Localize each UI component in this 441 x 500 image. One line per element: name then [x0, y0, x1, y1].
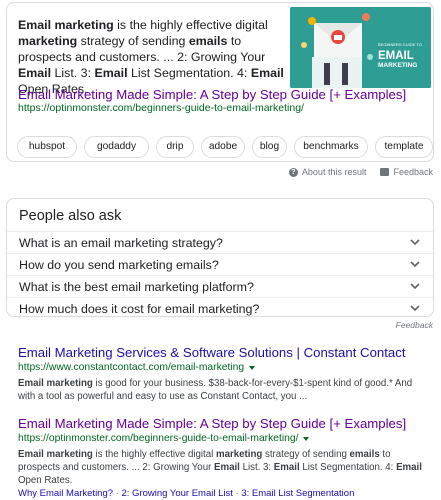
caret-down-icon[interactable]	[303, 436, 310, 441]
paa-feedback-link[interactable]: Feedback	[396, 320, 433, 330]
chip-benchmarks[interactable]: benchmarks	[294, 136, 368, 158]
text-segment: is the highly effective digital	[92, 449, 216, 460]
paa-question[interactable]: What is an email marketing strategy?	[7, 231, 433, 253]
paa-question-text: What is the best email marketing platfor…	[19, 280, 254, 294]
result-title-link[interactable]: Email Marketing Services & Software Solu…	[18, 345, 428, 361]
text-segment: List Segmentation. 4:	[299, 462, 397, 473]
chip-blog[interactable]: blog	[252, 136, 287, 158]
result-url-text: https://optinmonster.com/beginners-guide…	[18, 433, 299, 444]
bold-term: marketing	[18, 34, 78, 48]
related-chips: hubspot godaddy drip adobe blog benchmar…	[17, 136, 433, 158]
chip-drip[interactable]: drip	[156, 136, 194, 158]
bold-term: marketing	[215, 449, 263, 460]
chevron-down-icon	[410, 239, 420, 246]
about-this-result-link[interactable]: About this result	[302, 167, 367, 177]
featured-snippet-url: https://optinmonster.com/beginners-guide…	[18, 102, 304, 114]
result-sitelinks: Why Email Marketing? · 2: Growing Your E…	[18, 487, 428, 500]
result-title-link[interactable]: Email Marketing Made Simple: A Step by S…	[18, 416, 428, 432]
chip-template[interactable]: template	[375, 136, 433, 158]
bold-term: Email marketing	[18, 18, 114, 32]
paa-question-text: How do you send marketing emails?	[19, 258, 219, 272]
bold-term: Email marketing	[18, 449, 93, 460]
result-url-text: https://www.constantcontact.com/email-ma…	[18, 362, 245, 373]
paa-heading: People also ask	[19, 208, 122, 224]
bold-term: Email marketing	[18, 378, 93, 389]
chip-godaddy[interactable]: godaddy	[84, 136, 149, 158]
bold-term: emails	[349, 449, 380, 460]
chevron-down-icon	[410, 305, 420, 312]
paa-question-text: What is an email marketing strategy?	[19, 236, 223, 250]
image-sub-text: MARKETING	[378, 62, 417, 69]
question-circle-icon: ?	[288, 167, 298, 177]
bold-term: emails	[188, 34, 228, 48]
bold-term: Email	[250, 66, 284, 80]
bold-term: Email	[94, 66, 128, 80]
bold-term: Email	[396, 462, 422, 473]
paa-question[interactable]: How much does it cost for email marketin…	[7, 297, 433, 316]
featured-snippet-image[interactable]: BEGINNERS GUIDE TO EMAIL MARKETING	[290, 7, 431, 88]
paa-question-text: How much does it cost for email marketin…	[19, 302, 260, 316]
feedback-link[interactable]: Feedback	[393, 167, 433, 177]
bold-term: Email	[273, 462, 300, 473]
chip-adobe[interactable]: adobe	[201, 136, 245, 158]
featured-snippet-card: Email marketing is the highly effective …	[6, 2, 434, 162]
text-segment: Open Rates.	[18, 475, 73, 486]
about-result-row: ? About this result Feedback	[288, 167, 433, 177]
email-marketing-illustration: BEGINNERS GUIDE TO EMAIL MARKETING	[290, 7, 431, 88]
image-big-text: EMAIL	[378, 50, 414, 62]
chevron-down-icon	[410, 261, 420, 268]
chevron-down-icon	[410, 283, 420, 290]
paa-question[interactable]: How do you send marketing emails?	[7, 253, 433, 275]
result-snippet: Email marketing is good for your busines…	[18, 377, 428, 403]
bold-term: Email	[18, 66, 52, 80]
featured-snippet-text: Email marketing is the highly effective …	[18, 17, 284, 97]
sitelink[interactable]: Why Email Marketing?	[18, 488, 113, 499]
text-segment: strategy of sending	[77, 34, 189, 48]
result-snippet: Email marketing is the highly effective …	[18, 448, 428, 487]
feedback-icon	[380, 168, 390, 176]
sitelink[interactable]: 3: Email List Segmentation	[241, 488, 354, 499]
people-also-ask-panel: People also ask What is an email marketi…	[6, 198, 434, 317]
text-segment: strategy of sending	[262, 449, 350, 460]
image-small-text: BEGINNERS GUIDE TO	[378, 42, 422, 47]
text-segment: List. 3:	[51, 66, 95, 80]
search-result: Email Marketing Made Simple: A Step by S…	[18, 416, 428, 500]
result-url: https://www.constantcontact.com/email-ma…	[18, 361, 428, 374]
text-segment: List. 3:	[239, 462, 274, 473]
text-segment: is the highly effective digital	[113, 18, 268, 32]
search-result: Email Marketing Services & Software Solu…	[18, 345, 428, 403]
result-url: https://optinmonster.com/beginners-guide…	[18, 432, 428, 445]
bold-term: Email	[214, 462, 240, 473]
text-segment: List Segmentation. 4:	[127, 66, 251, 80]
paa-question[interactable]: What is the best email marketing platfor…	[7, 275, 433, 297]
featured-snippet-title-link[interactable]: Email Marketing Made Simple: A Step by S…	[18, 87, 406, 102]
sitelink[interactable]: 2: Growing Your Email List	[121, 488, 232, 499]
caret-down-icon[interactable]	[249, 365, 256, 370]
chip-hubspot[interactable]: hubspot	[17, 136, 77, 158]
